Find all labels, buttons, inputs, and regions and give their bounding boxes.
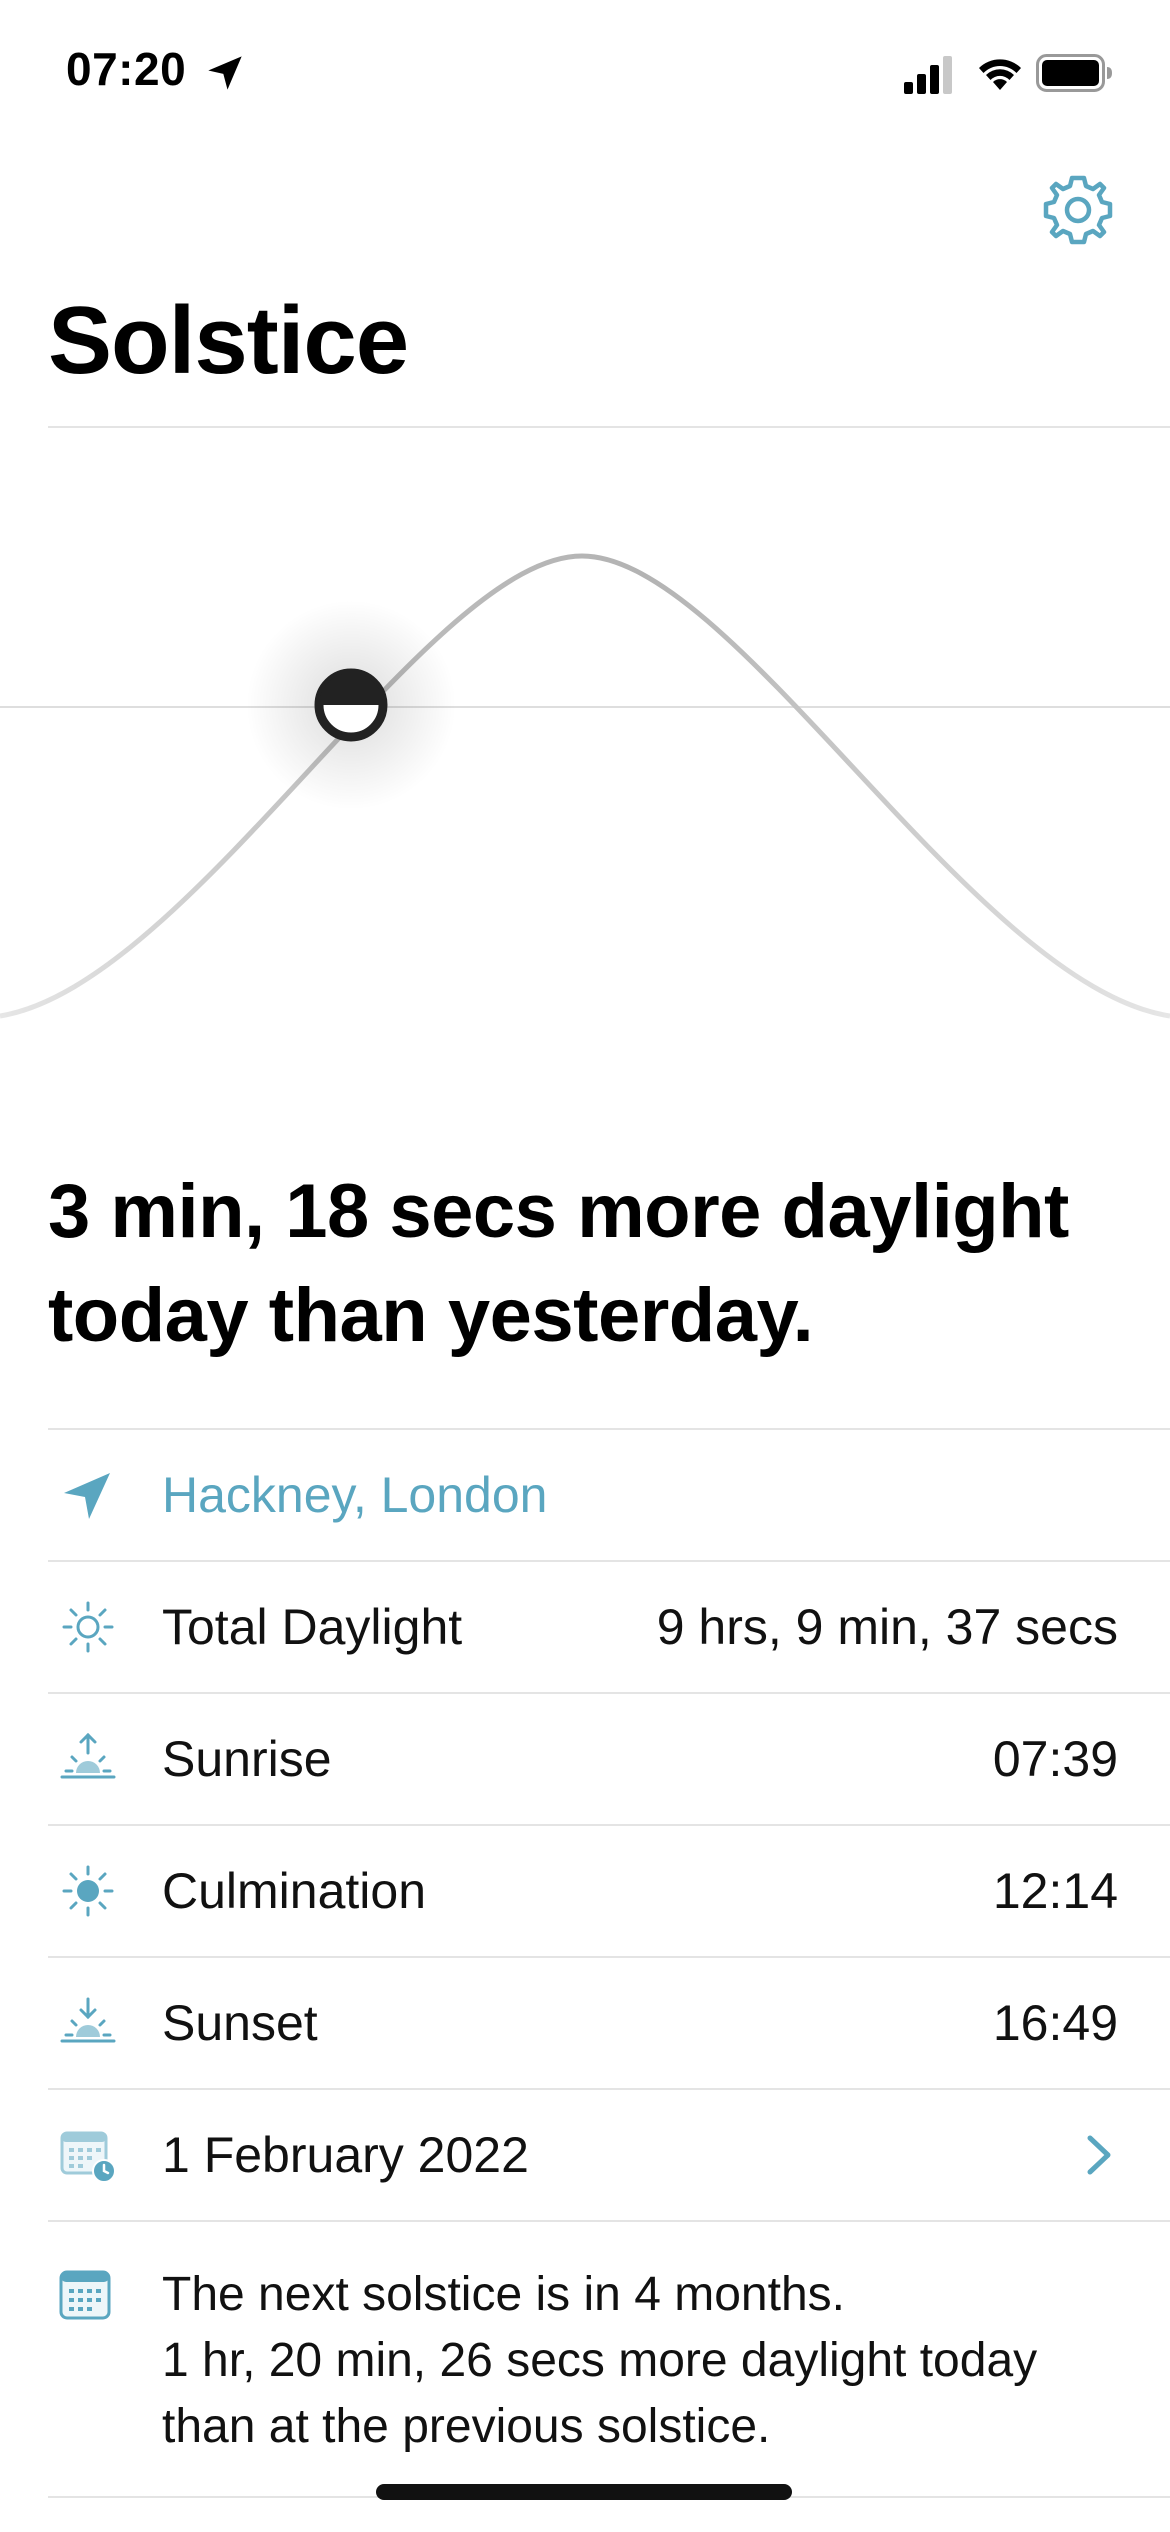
date-row[interactable]: 1 February 2022 [48, 2090, 1170, 2220]
status-time: 07:20 [66, 43, 187, 95]
title-divider [48, 426, 1170, 428]
solstice-note-line-2: 1 hr, 20 min, 26 secs more daylight toda… [162, 2334, 1038, 2387]
location-arrow-icon [208, 56, 242, 90]
location-row[interactable]: Hackney, London [48, 1430, 1170, 1560]
sunrise-label: Sunrise [162, 1731, 332, 1787]
culmination-value: 12:14 [992, 1863, 1118, 1919]
daylight-curve [0, 553, 1170, 1019]
date-label: 1 February 2022 [162, 2127, 529, 2183]
status-bar: 07:20 [0, 0, 1170, 150]
row-divider [48, 2220, 1170, 2222]
total-daylight-label: Total Daylight [162, 1599, 463, 1655]
total-daylight-row: Total Daylight 9 hrs, 9 min, 37 secs [48, 1562, 1170, 1692]
calendar-icon [59, 2270, 111, 2320]
culmination-label: Culmination [162, 1863, 427, 1919]
location-label: Hackney, London [162, 1467, 548, 1523]
sunrise-value: 07:39 [992, 1731, 1118, 1787]
battery-icon [1036, 54, 1112, 92]
sun-filled-icon [62, 1865, 114, 1917]
chevron-right-icon[interactable] [1084, 2132, 1114, 2178]
solstice-note-line-1: The next solstice is in 4 months. [162, 2268, 845, 2321]
page-title: Solstice [48, 287, 409, 394]
daylight-chart [0, 553, 1170, 1019]
solstice-note: The next solstice is in 4 months. 1 hr, … [162, 2262, 1142, 2460]
sun-outline-icon [62, 1601, 114, 1653]
sunrise-icon [60, 1732, 116, 1779]
sunset-value: 16:49 [992, 1995, 1118, 2051]
solstice-note-line-3: than at the previous solstice. [162, 2400, 771, 2453]
settings-gear-button[interactable] [1040, 172, 1116, 248]
home-indicator[interactable] [376, 2484, 792, 2500]
today-marker [314, 668, 388, 742]
sunset-row: Sunset 16:49 [48, 1958, 1170, 2088]
headline-line-1: 3 min, 18 secs more daylight [48, 1169, 1069, 1254]
sunrise-row: Sunrise 07:39 [48, 1694, 1170, 1824]
sunset-label: Sunset [162, 1995, 318, 2051]
wifi-icon [979, 59, 1021, 90]
headline-line-2: today than yesterday. [48, 1273, 814, 1358]
cellular-signal-icon [904, 56, 952, 94]
daylight-change-headline: 3 min, 18 secs more daylight today than … [48, 1160, 1128, 1368]
sunset-icon [60, 1997, 116, 2043]
gear-icon [1043, 175, 1113, 245]
calendar-clock-icon [60, 2131, 116, 2183]
location-arrow-icon [64, 1473, 110, 1519]
culmination-row: Culmination 12:14 [48, 1826, 1170, 1956]
total-daylight-value: 9 hrs, 9 min, 37 secs [656, 1599, 1118, 1655]
